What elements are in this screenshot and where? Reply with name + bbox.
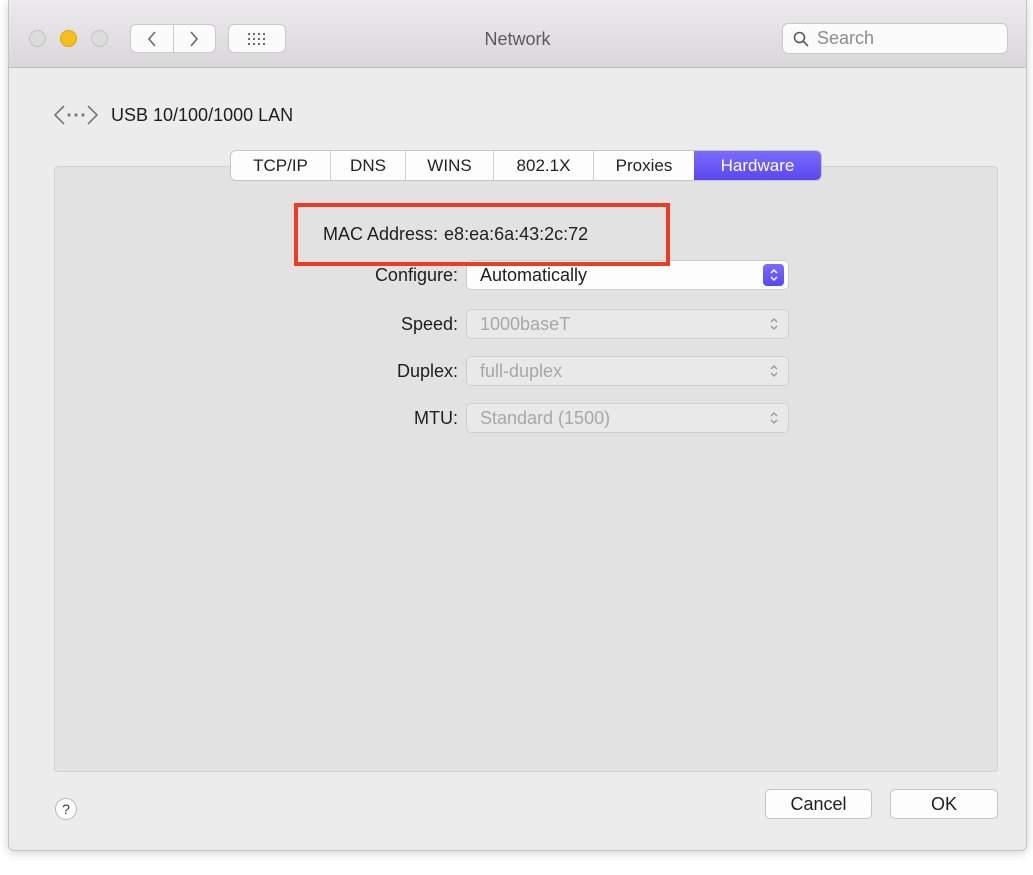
speed-row: Speed: 1000baseT xyxy=(19,309,789,339)
configure-row: Configure: Automatically xyxy=(19,260,789,290)
tab-wins[interactable]: WINS xyxy=(405,151,493,180)
mtu-label: MTU: xyxy=(414,407,458,428)
network-preferences-window: Network USB 10/100/1000 LAN TCP/IP DNS W… xyxy=(8,0,1027,851)
help-button[interactable]: ? xyxy=(55,798,77,820)
tab-tcpip[interactable]: TCP/IP xyxy=(231,151,330,180)
updown-arrows-icon xyxy=(763,407,784,429)
mtu-select: Standard (1500) xyxy=(466,403,789,433)
tab-bar: TCP/IP DNS WINS 802.1X Proxies Hardware xyxy=(230,150,822,181)
cancel-button[interactable]: Cancel xyxy=(765,789,872,819)
duplex-value: full-duplex xyxy=(480,360,563,381)
search-field[interactable] xyxy=(782,23,1008,54)
mtu-value: Standard (1500) xyxy=(480,407,611,428)
network-interface-icon xyxy=(53,105,99,125)
tab-hardware[interactable]: Hardware xyxy=(694,151,821,180)
configure-label: Configure: xyxy=(374,264,458,285)
configure-select[interactable]: Automatically xyxy=(466,260,789,290)
mac-address-value: e8:ea:6a:43:2c:72 xyxy=(444,224,589,244)
mac-address-label: MAC Address: xyxy=(323,224,439,244)
search-icon xyxy=(793,31,809,47)
tab-8021x[interactable]: 802.1X xyxy=(493,151,593,180)
mac-address-row: MAC Address: e8:ea:6a:43:2c:72 xyxy=(323,224,588,245)
title-bar: Network xyxy=(9,0,1026,68)
updown-arrows-icon xyxy=(763,360,784,382)
speed-select: 1000baseT xyxy=(466,309,789,339)
mtu-row: MTU: Standard (1500) xyxy=(19,403,789,433)
duplex-row: Duplex: full-duplex xyxy=(19,356,789,386)
updown-arrows-icon xyxy=(763,264,784,286)
duplex-select: full-duplex xyxy=(466,356,789,386)
search-input[interactable] xyxy=(815,27,999,50)
updown-arrows-icon xyxy=(763,313,784,335)
ok-button[interactable]: OK xyxy=(890,789,998,819)
interface-name: USB 10/100/1000 LAN xyxy=(111,104,294,125)
tab-dns[interactable]: DNS xyxy=(330,151,405,180)
configure-value: Automatically xyxy=(480,264,588,285)
settings-panel xyxy=(54,166,998,772)
tab-proxies[interactable]: Proxies xyxy=(593,151,694,180)
speed-label: Speed: xyxy=(400,313,458,334)
duplex-label: Duplex: xyxy=(396,360,458,381)
speed-value: 1000baseT xyxy=(480,313,571,334)
interface-header: USB 10/100/1000 LAN xyxy=(53,104,293,126)
